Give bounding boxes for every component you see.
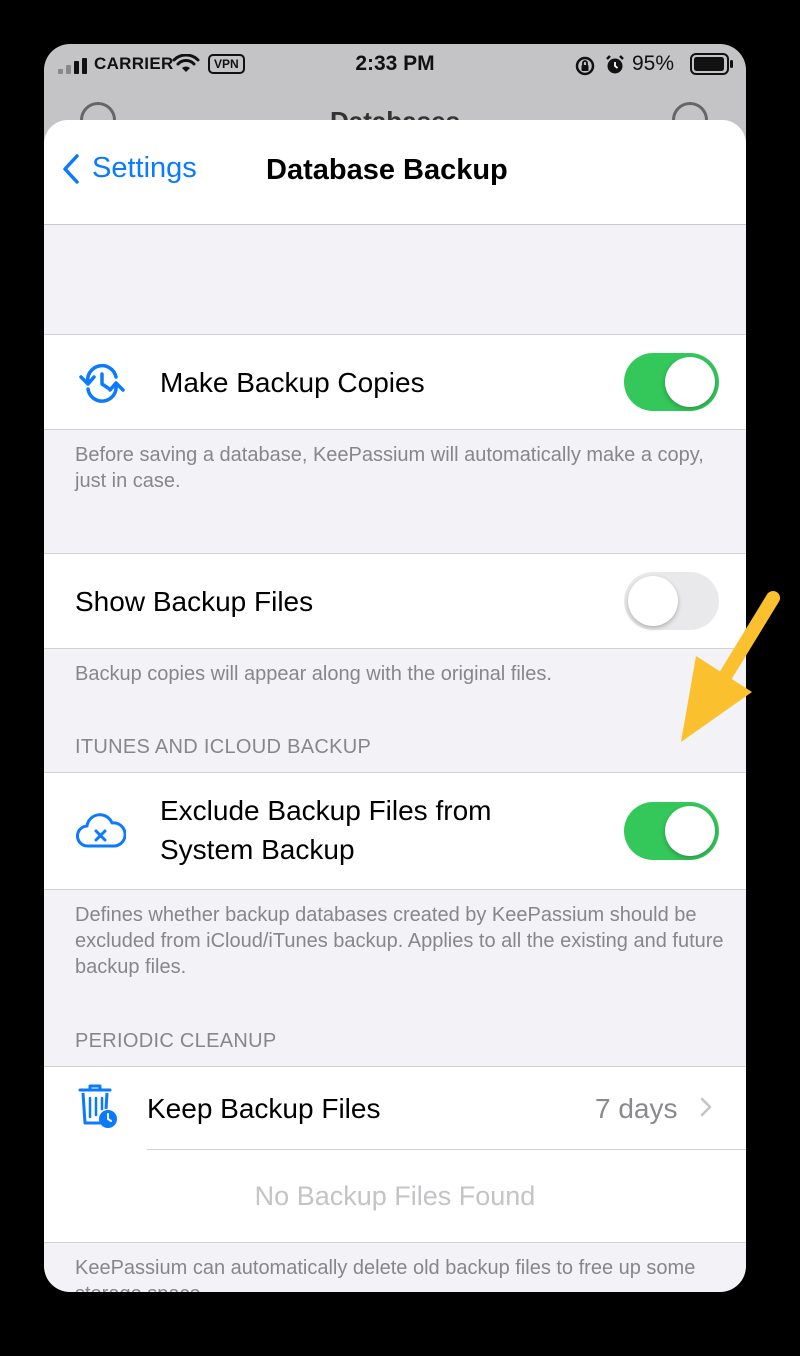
page-title: Database Backup [266, 154, 508, 186]
toggle-knob [628, 576, 678, 626]
make-backup-copies-toggle[interactable] [624, 353, 719, 411]
toggle-knob [665, 357, 715, 407]
keep-backup-files-label: Keep Backup Files [147, 1093, 381, 1124]
show-backup-files-row: Show Backup Files [44, 553, 746, 649]
battery-icon [690, 53, 733, 75]
navigation-bar: Settings Database Backup [44, 120, 746, 225]
exclude-backup-footer: Defines whether backup databases created… [75, 904, 724, 978]
periodic-cleanup-section-header: PERIODIC CLEANUP [75, 1030, 277, 1052]
status-bar: CARRIER VPN 2:33 PM 95% [44, 44, 746, 88]
backup-history-icon [79, 364, 125, 403]
keep-backup-files-row[interactable]: Keep Backup Files 7 days [44, 1067, 746, 1149]
show-backup-files-label: Show Backup Files [75, 586, 314, 617]
make-backup-copies-label: Make Backup Copies [160, 367, 425, 398]
exclude-backup-label-line2: System Backup [160, 834, 355, 865]
settings-sheet: Settings Database Backup Make Backup Cop… [44, 120, 746, 1292]
cleanup-group: Keep Backup Files 7 days No Backup Files… [44, 1066, 746, 1243]
itunes-icloud-section-header: ITUNES AND ICLOUD BACKUP [75, 736, 372, 758]
make-backup-copies-footer: Before saving a database, KeePassium wil… [75, 444, 704, 492]
cloud-exclude-icon [76, 813, 126, 848]
back-button-label: Settings [92, 152, 197, 184]
periodic-cleanup-footer: KeePassium can automatically delete old … [75, 1257, 696, 1292]
trash-clock-icon [78, 1084, 117, 1128]
exclude-backup-label-line1: Exclude Backup Files from [160, 795, 492, 826]
make-backup-copies-row: Make Backup Copies [44, 334, 746, 430]
toggle-knob [665, 806, 715, 856]
chevron-left-icon [63, 153, 79, 184]
no-backup-files-message: No Backup Files Found [254, 1181, 536, 1211]
phone-screen: CARRIER VPN 2:33 PM 95% Databases [44, 44, 746, 1292]
orientation-lock-icon [575, 56, 595, 76]
show-backup-files-footer: Backup copies will appear along with the… [75, 663, 552, 685]
battery-percent: 95% [632, 52, 675, 75]
row-separator [147, 1149, 746, 1150]
exclude-backup-toggle[interactable] [624, 802, 719, 860]
back-button[interactable]: Settings [62, 152, 197, 185]
keep-backup-files-value: 7 days [595, 1093, 678, 1124]
show-backup-files-toggle[interactable] [624, 572, 719, 630]
exclude-backup-row: Exclude Backup Files from System Backup [44, 772, 746, 890]
chevron-right-icon [700, 1097, 712, 1117]
alarm-icon [606, 55, 624, 74]
